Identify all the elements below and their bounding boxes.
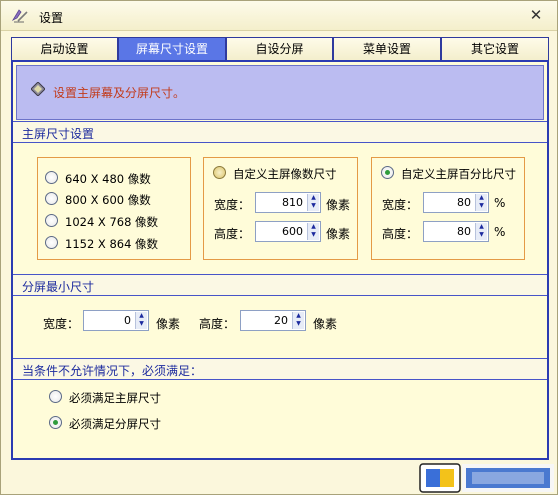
- pixel-height-stepper[interactable]: ▲▼: [255, 221, 321, 242]
- tab-panel: 设置主屏幕及分屏尺寸。 主屏尺寸设置 640 X 480 像数 800 X 60…: [11, 60, 549, 460]
- tab-screen-size-settings[interactable]: 屏幕尺寸设置: [118, 37, 226, 62]
- custom-percent-group: 自定义主屏百分比尺寸 宽度： ▲▼ % 高度： ▲▼ %: [371, 157, 525, 260]
- split-width-stepper[interactable]: ▲▼: [83, 310, 149, 331]
- split-height-label: 高度：: [199, 317, 236, 331]
- percent-width-stepper[interactable]: ▲▼: [423, 192, 489, 213]
- header-band: 设置主屏幕及分屏尺寸。: [16, 65, 544, 120]
- preset-radio-1024[interactable]: [45, 214, 58, 227]
- section-constraint: 当条件不允许情况下，必须满足：: [13, 358, 547, 380]
- constraint-radio-split[interactable]: [49, 416, 62, 429]
- split-width-label: 宽度：: [43, 317, 80, 331]
- header-description: 设置主屏幕及分屏尺寸。: [53, 86, 186, 100]
- settings-window: 设置 ✕ 启动设置 屏幕尺寸设置 自设分屏 菜单设置 其它设置 设置主屏幕及分屏…: [0, 0, 558, 495]
- spin-down-icon[interactable]: ▼: [308, 202, 319, 210]
- spin-up-icon[interactable]: ▲: [476, 194, 487, 202]
- custom-pixel-group: 自定义主屏像数尺寸 宽度： ▲▼ 像素 高度： ▲▼ 像素: [203, 157, 358, 260]
- percent-height-label: 高度：: [382, 227, 419, 241]
- pixel-width-unit: 像素: [326, 198, 351, 212]
- spin-down-icon[interactable]: ▼: [308, 231, 319, 239]
- watermark-logo: [419, 463, 554, 493]
- preset-size-group: 640 X 480 像数 800 X 600 像数 1024 X 768 像数 …: [37, 157, 191, 260]
- percent-height-stepper[interactable]: ▲▼: [423, 221, 489, 242]
- info-diamond-icon: [31, 82, 45, 96]
- preset-radio-640[interactable]: [45, 171, 58, 184]
- spin-down-icon[interactable]: ▼: [293, 320, 304, 328]
- spin-up-icon[interactable]: ▲: [476, 223, 487, 231]
- pixel-height-label: 高度：: [214, 227, 251, 241]
- custom-percent-radio[interactable]: [381, 166, 394, 179]
- split-width-input[interactable]: [85, 312, 133, 329]
- split-width-unit: 像素: [156, 317, 181, 331]
- spin-down-icon[interactable]: ▼: [476, 231, 487, 239]
- tab-bar: 启动设置 屏幕尺寸设置 自设分屏 菜单设置 其它设置: [11, 37, 549, 62]
- preset-label-640: 640 X 480 像数: [65, 172, 151, 186]
- spin-up-icon[interactable]: ▲: [293, 312, 304, 320]
- section-split-min: 分屏最小尺寸: [13, 274, 547, 296]
- section-main-size: 主屏尺寸设置: [13, 121, 547, 143]
- section-title-main-size: 主屏尺寸设置: [22, 127, 95, 141]
- section-title-split-min: 分屏最小尺寸: [22, 280, 95, 294]
- preset-label-1024: 1024 X 768 像数: [65, 215, 159, 229]
- pixel-width-input[interactable]: [257, 194, 305, 211]
- split-height-stepper[interactable]: ▲▼: [240, 310, 306, 331]
- close-button[interactable]: ✕: [527, 6, 545, 24]
- pixel-width-stepper[interactable]: ▲▼: [255, 192, 321, 213]
- percent-height-input[interactable]: [425, 223, 473, 240]
- spin-down-icon[interactable]: ▼: [136, 320, 147, 328]
- spin-down-icon[interactable]: ▼: [476, 202, 487, 210]
- spin-up-icon[interactable]: ▲: [308, 194, 319, 202]
- preset-radio-800[interactable]: [45, 192, 58, 205]
- section-title-constraint: 当条件不允许情况下，必须满足：: [22, 364, 203, 378]
- percent-width-label: 宽度：: [382, 198, 419, 212]
- split-height-unit: 像素: [313, 317, 338, 331]
- tab-menu-settings[interactable]: 菜单设置: [333, 37, 441, 61]
- custom-percent-label: 自定义主屏百分比尺寸: [401, 167, 516, 181]
- tab-other-settings[interactable]: 其它设置: [441, 37, 549, 61]
- tab-startup-settings[interactable]: 启动设置: [11, 37, 118, 61]
- split-height-input[interactable]: [242, 312, 290, 329]
- close-icon: ✕: [529, 6, 543, 24]
- settings-app-icon: [11, 9, 28, 23]
- window-title: 设置: [39, 11, 64, 25]
- custom-pixel-radio[interactable]: [213, 166, 226, 179]
- percent-height-unit: %: [494, 225, 506, 239]
- constraint-radio-main[interactable]: [49, 390, 62, 403]
- tab-custom-split[interactable]: 自设分屏: [226, 37, 333, 61]
- percent-width-unit: %: [494, 196, 506, 210]
- spin-up-icon[interactable]: ▲: [308, 223, 319, 231]
- constraint-label-main: 必须满足主屏尺寸: [69, 391, 161, 405]
- constraint-label-split: 必须满足分屏尺寸: [69, 417, 161, 431]
- percent-width-input[interactable]: [425, 194, 473, 211]
- title-bar: 设置 ✕: [1, 1, 557, 31]
- spin-up-icon[interactable]: ▲: [136, 312, 147, 320]
- preset-radio-1152[interactable]: [45, 236, 58, 249]
- pixel-height-unit: 像素: [326, 227, 351, 241]
- preset-label-1152: 1152 X 864 像数: [65, 237, 159, 251]
- preset-label-800: 800 X 600 像数: [65, 193, 151, 207]
- custom-pixel-label: 自定义主屏像数尺寸: [233, 167, 337, 181]
- pixel-width-label: 宽度：: [214, 198, 251, 212]
- pixel-height-input[interactable]: [257, 223, 305, 240]
